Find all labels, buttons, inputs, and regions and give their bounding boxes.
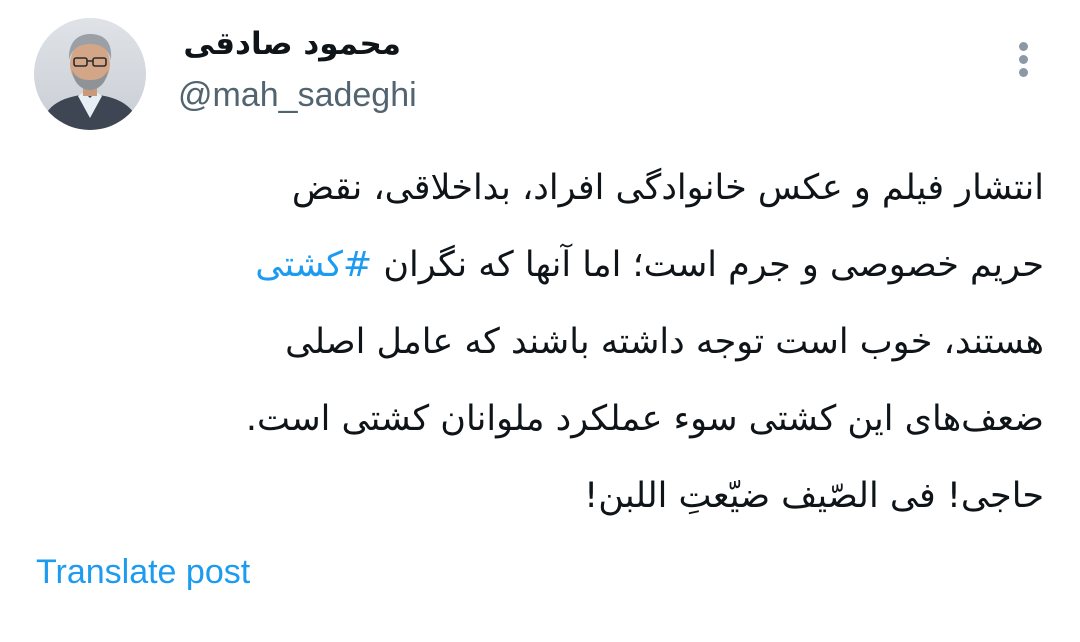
tweet-line: ضعف‌های این کشتی سوء عملکرد ملوانان کشتی… [245,399,1044,439]
more-dot [1019,42,1028,51]
tweet-line: انتشار فیلم و عکس خانوادگی افراد، بداخلا… [291,168,1044,208]
tweet-line: حاجی! فی الصّیف ضیّعتِ اللبن! [584,476,1044,516]
avatar-portrait-image [34,18,146,130]
author-avatar[interactable] [34,18,146,130]
translate-post-link[interactable]: Translate post [36,548,250,596]
author-display-name[interactable]: محمود صادقی [183,22,401,66]
tweet-line: هستند، خوب است توجه داشته باشند که عامل … [285,322,1044,362]
more-vertical-icon[interactable] [1004,38,1044,82]
author-handle[interactable]: @mah_sadeghi [178,70,417,120]
tweet-line-text: حریم خصوصی و جرم است؛ اما آنها که نگران [383,245,1044,285]
tweet-text: انتشار فیلم و عکس خانوادگی افراد، بداخلا… [34,150,1044,535]
more-dot [1019,55,1028,64]
more-dot [1019,68,1028,77]
hashtag-link[interactable]: #کشتی [255,245,372,285]
tweet-line: حریم خصوصی و جرم است؛ اما آنها که نگران … [34,227,1044,304]
